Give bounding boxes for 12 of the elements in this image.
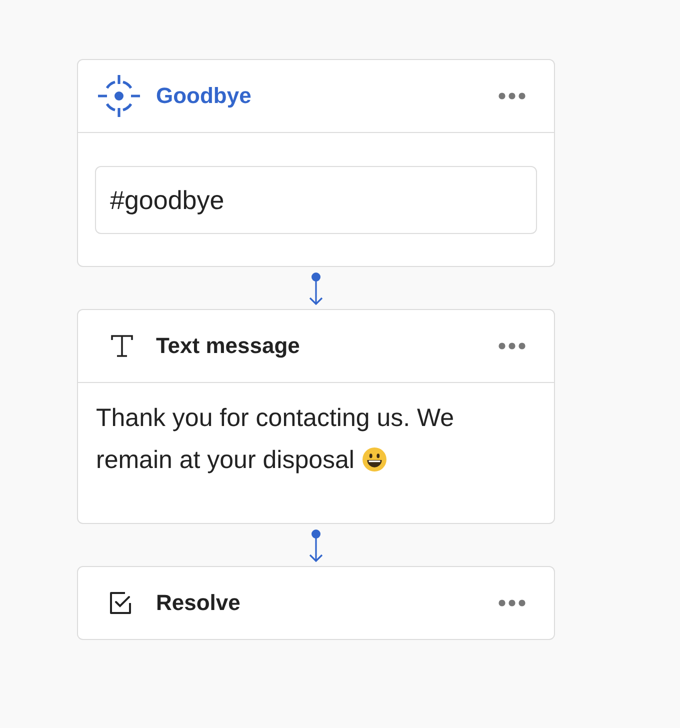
more-icon[interactable] [498, 599, 526, 607]
block-title: Resolve [156, 590, 242, 616]
connector-arrow [308, 529, 324, 563]
block-title: Goodbye [156, 83, 252, 109]
connector-arrow [308, 272, 324, 306]
target-icon [96, 73, 142, 119]
more-icon[interactable] [498, 92, 526, 100]
more-icon[interactable] [498, 342, 526, 350]
block-title: Text message [156, 333, 301, 359]
input-field[interactable]: #goodbye [95, 166, 537, 234]
text-icon [109, 333, 135, 359]
message-text: Thank you for contacting us. We remain at your disposal [96, 404, 454, 474]
